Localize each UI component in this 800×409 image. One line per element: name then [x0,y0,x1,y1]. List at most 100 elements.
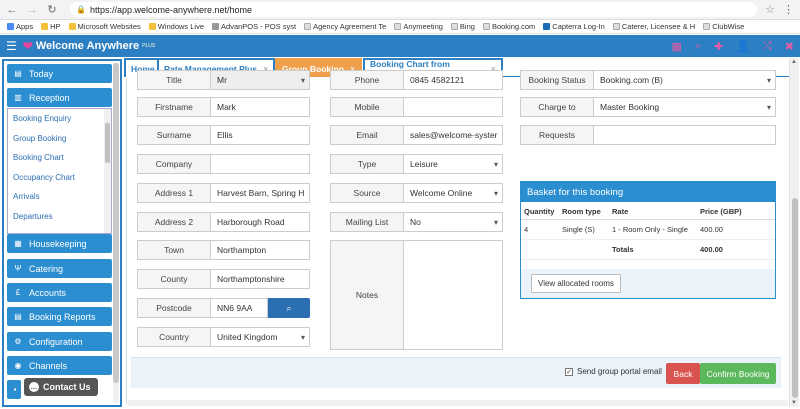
town-label: Town [137,240,211,260]
bookmark-caterer[interactable]: Caterer, Licensee & H [610,22,698,31]
charge-to-select[interactable]: Master Booking [594,97,776,117]
bookmark-microsoft[interactable]: Microsoft Websites [66,22,144,31]
requests-row: Requests [520,125,776,145]
source-row: Source Welcome Online [330,183,503,203]
requests-input[interactable] [594,125,776,145]
address2-row: Address 2 Harborough Road [137,212,310,232]
bookmark-advanpos[interactable]: AdvanPOS - POS syst [209,22,299,31]
charge-to-label: Charge to [520,97,594,117]
sidebar-item-booking-reports[interactable]: ▤ Booking Reports [7,307,112,326]
sidebar-item-lock[interactable]: ▪ [7,380,21,399]
bookmark-clubwise[interactable]: ClubWise [700,22,747,31]
sidebar-link-booking-enquiry[interactable]: Booking Enquiry [8,109,111,129]
charge-to-row: Charge to Master Booking [520,97,776,117]
booking-status-select[interactable]: Booking.com (B) [594,70,776,90]
app-logo[interactable]: ❤ Welcome Anywhere PLUS [23,39,155,53]
send-email-checkbox[interactable]: ✓ [565,368,573,376]
back-arrow-icon[interactable]: ← [6,4,18,16]
back-button[interactable]: Back [666,363,700,384]
scroll-down-icon[interactable]: ▼ [791,400,797,406]
address2-input[interactable]: Harborough Road [211,212,310,232]
sidebar-link-group-booking[interactable]: Group Booking [8,129,111,149]
bookmark-bing[interactable]: Bing [448,22,478,31]
bookmark-anymeeting[interactable]: Anymeeting [391,22,446,31]
postcode-label: Postcode [137,298,211,318]
surname-input[interactable]: Ellis [211,125,310,145]
submenu-scroll-thumb[interactable] [105,123,110,163]
sidebar-scrollbar[interactable] [113,63,119,403]
type-row: Type Leisure [330,154,503,174]
notes-textarea[interactable] [404,240,503,350]
postcode-search-button[interactable]: ⌕ [268,298,310,318]
user-icon[interactable]: 👤 [736,40,750,53]
mailing-list-row: Mailing List No [330,212,503,232]
bookmark-agency[interactable]: Agency Agreement Te [301,22,389,31]
url-text[interactable]: https://app.welcome-anywhere.net/home [90,5,252,15]
sidebar-link-departures[interactable]: Departures [8,207,111,227]
page-scrollbar[interactable]: ▲ ▼ [789,58,799,407]
sidebar-item-catering[interactable]: Ψ Catering [7,259,112,278]
bookmark-capterra[interactable]: Capterra Log-In [540,22,608,31]
forward-arrow-icon[interactable]: → [26,4,38,16]
basket-header-row: Quantity Room type Rate Price (GBP) [521,202,775,220]
title-label: Title [137,70,211,90]
sidebar-item-configuration[interactable]: ⚙ Configuration [7,332,112,351]
view-allocated-rooms-button[interactable]: View allocated rooms [531,274,621,293]
shuffle-icon[interactable]: ⤮ [763,40,772,53]
close-icon[interactable]: ✖ [785,40,794,53]
mobile-input[interactable] [404,97,503,117]
apps-grid-icon [7,23,14,30]
bookmark-booking[interactable]: Booking.com [480,22,538,31]
sidebar-link-arrivals[interactable]: Arrivals [8,187,111,207]
town-input[interactable]: Northampton [211,240,310,260]
horizontal-scrollbar[interactable] [128,400,788,406]
firstname-label: Firstname [137,97,211,117]
country-select[interactable]: United Kingdom [211,327,310,347]
country-label: Country [137,327,211,347]
reload-icon[interactable]: ↻ [46,3,58,16]
email-input[interactable]: sales@welcome-syster [404,125,503,145]
phone-label: Phone [330,70,404,90]
confirm-booking-button[interactable]: Confirm Booking [700,363,776,384]
table-row[interactable]: 4 Single (S) 1 - Room Only - Single 400.… [521,219,775,240]
postcode-input[interactable]: NN6 9AA [211,298,268,318]
title-select[interactable]: Mr [211,70,310,90]
sidebar-item-channels[interactable]: ◉ Channels [7,356,112,375]
company-label: Company [137,154,211,174]
sidebar-scroll-thumb[interactable] [113,63,119,383]
hamburger-menu-icon[interactable]: ☰ [6,39,17,53]
page-icon [450,23,458,30]
bookmark-windows-live[interactable]: Windows Live [146,22,207,31]
sidebar-item-reception[interactable]: ▥ Reception [7,88,112,107]
sidebar-link-booking-chart[interactable]: Booking Chart [8,148,111,168]
county-input[interactable]: Northamptonshire [211,269,310,289]
address1-input[interactable]: Harvest Barn, Spring H [211,183,310,203]
sidebar-item-housekeeping[interactable]: ▦ Housekeeping [7,234,112,253]
page-scroll-thumb[interactable] [792,198,798,398]
firstname-input[interactable]: Mark [211,97,310,117]
page-icon [304,23,312,30]
sidebar-link-occupancy-chart[interactable]: Occupancy Chart [8,168,111,188]
plus-icon[interactable]: ✚ [714,40,723,53]
totals-value: 400.00 [697,239,775,260]
submenu-scrollbar[interactable] [104,109,111,233]
source-select[interactable]: Welcome Online [404,183,503,203]
address-bar[interactable]: 🔒 https://app.welcome-anywhere.net/home [70,2,758,17]
mailing-list-select[interactable]: No [404,212,503,232]
phone-input[interactable]: 0845 4582121 [404,70,503,90]
type-select[interactable]: Leisure [404,154,503,174]
kebab-menu-icon[interactable]: ⋮ [783,3,794,16]
company-input[interactable] [211,154,310,174]
page-icon [394,23,402,30]
bookmark-apps[interactable]: Apps [4,22,36,31]
bookmark-hp[interactable]: HP [38,22,63,31]
sidebar-item-today[interactable]: ▤ Today [7,64,112,83]
contact-us-button[interactable]: … Contact Us [24,378,98,396]
star-icon[interactable]: ☆ [765,3,775,16]
calculator-icon[interactable]: ▦ [671,40,681,53]
booking-status-label: Booking Status [520,70,594,90]
search-icon[interactable]: ⌕ [695,40,701,53]
report-icon: ▤ [14,312,22,321]
scroll-up-icon[interactable]: ▲ [791,59,797,65]
sidebar-item-accounts[interactable]: £ Accounts [7,283,112,302]
